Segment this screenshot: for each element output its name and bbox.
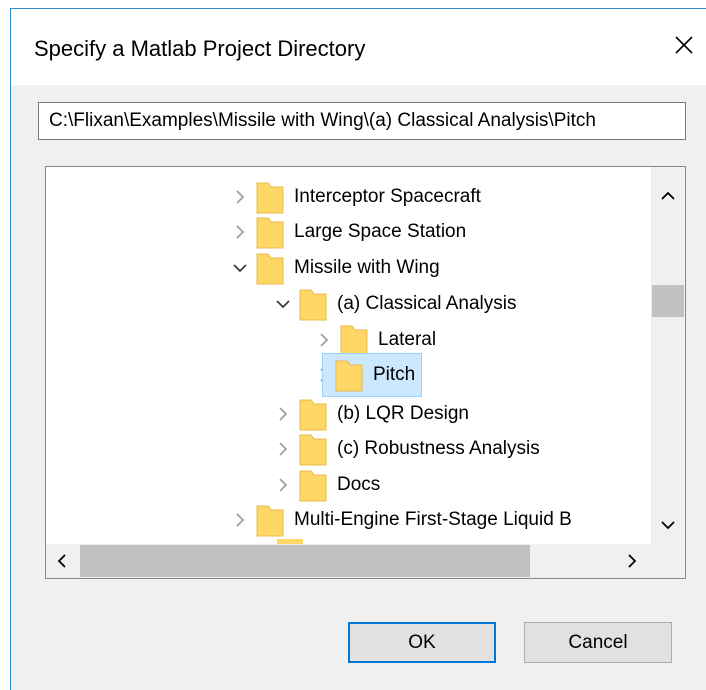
path-field[interactable]: C:\Flixan\Examples\Missile with Wing\(a)… — [38, 102, 686, 140]
tree-item-label: (b) LQR Design — [337, 403, 469, 424]
chevron-right-icon[interactable] — [273, 475, 293, 495]
folder-icon — [299, 470, 327, 502]
tree-item-label: Pitch — [373, 364, 416, 385]
close-button[interactable] — [666, 25, 706, 65]
tree-item-large-space-station[interactable]: Large Space Station — [230, 215, 466, 249]
tree-item-pitch[interactable]: Pitch — [314, 353, 423, 397]
scroll-down-icon[interactable] — [651, 510, 685, 540]
dialog-title: Specify a Matlab Project Directory — [34, 36, 366, 61]
folder-icon — [256, 182, 284, 214]
horizontal-scroll-thumb[interactable] — [80, 545, 530, 577]
folder-icon — [299, 434, 327, 466]
tree-item-label: (c) Robustness Analysis — [337, 438, 540, 459]
chevron-right-icon[interactable] — [230, 187, 250, 207]
tree-item-docs[interactable]: Docs — [273, 468, 380, 502]
tree-item-label: Lateral — [378, 329, 437, 350]
tree-item-label: Interceptor Spacecraft — [294, 186, 481, 207]
tree-item-label: Multi-Engine First-Stage Liquid B — [294, 509, 572, 530]
tree-item-robustness-analysis[interactable]: (c) Robustness Analysis — [273, 432, 540, 466]
tree-item-lqr-design[interactable]: (b) LQR Design — [273, 397, 469, 431]
chevron-right-icon[interactable] — [273, 439, 293, 459]
chevron-down-icon[interactable] — [273, 294, 293, 314]
vertical-scroll-thumb[interactable] — [652, 285, 684, 317]
dialog: Specify a Matlab Project Directory C:\Fl… — [10, 8, 706, 690]
folder-icon — [299, 289, 327, 321]
scrollbar-corner — [651, 544, 685, 578]
scroll-right-icon[interactable] — [614, 544, 648, 578]
tree-item-label: Missile with Wing — [294, 257, 440, 278]
chevron-down-icon[interactable] — [230, 258, 250, 278]
ok-button[interactable]: OK — [348, 622, 496, 663]
scroll-up-icon[interactable] — [651, 181, 685, 211]
cancel-button[interactable]: Cancel — [524, 622, 672, 663]
scroll-left-icon[interactable] — [46, 544, 80, 578]
tree-item-interceptor-spacecraft[interactable]: Interceptor Spacecraft — [230, 180, 481, 214]
folder-icon — [256, 217, 284, 249]
tree-item-classical-analysis[interactable]: (a) Classical Analysis — [273, 287, 517, 321]
chevron-right-icon[interactable] — [230, 510, 250, 530]
tree-item-multi-engine[interactable]: Multi-Engine First-Stage Liquid B — [230, 503, 572, 537]
tree-item-missile-with-wing[interactable]: Missile with Wing — [230, 251, 440, 285]
folder-icon — [335, 360, 363, 392]
horizontal-scrollbar[interactable] — [46, 544, 652, 578]
folder-icon — [256, 253, 284, 285]
title-bar: Specify a Matlab Project Directory — [11, 9, 706, 85]
selected-item-highlight: Pitch — [322, 353, 423, 397]
close-icon — [675, 36, 693, 54]
folder-icon — [299, 399, 327, 431]
folder-tree[interactable]: Interceptor Spacecraft Large Space Stati… — [45, 166, 686, 579]
tree-item-lateral[interactable]: Lateral — [314, 323, 436, 357]
tree-item-label: (a) Classical Analysis — [337, 293, 517, 314]
vertical-scrollbar[interactable] — [651, 167, 685, 545]
chevron-right-icon[interactable] — [273, 404, 293, 424]
chevron-right-icon[interactable] — [230, 222, 250, 242]
tree-item-label: Large Space Station — [294, 221, 467, 242]
tree-item-label: Docs — [337, 474, 381, 495]
folder-icon — [340, 325, 368, 357]
chevron-right-icon[interactable] — [314, 330, 334, 350]
folder-icon — [256, 505, 284, 537]
